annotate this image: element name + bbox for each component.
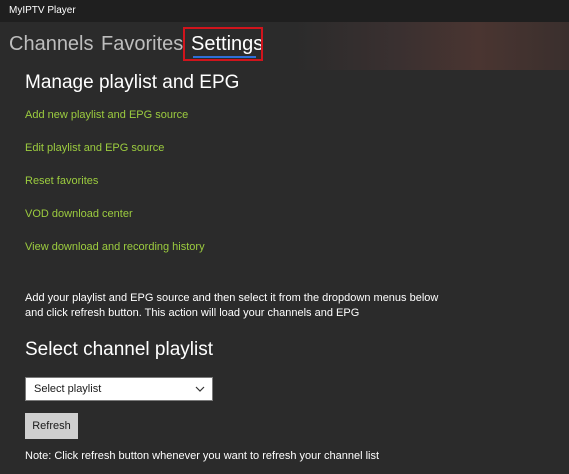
chevron-down-icon — [195, 386, 205, 392]
edit-playlist-link[interactable]: Edit playlist and EPG source — [25, 141, 164, 155]
tab-settings[interactable]: Settings — [191, 32, 263, 56]
select-playlist-title: Select channel playlist — [25, 339, 213, 360]
download-history-link[interactable]: View download and recording history — [25, 240, 205, 254]
tab-favorites[interactable]: Favorites — [101, 32, 183, 56]
instructions-text: Add your playlist and EPG source and the… — [25, 292, 439, 319]
title-bar: MyIPTV Player — [0, 0, 569, 22]
refresh-note: Note: Click refresh button whenever you … — [25, 450, 380, 462]
playlist-dropdown[interactable]: Select playlist — [25, 377, 213, 401]
vod-download-center-link[interactable]: VOD download center — [25, 207, 133, 221]
manage-section-title: Manage playlist and EPG — [25, 72, 240, 93]
refresh-button[interactable]: Refresh — [25, 413, 78, 439]
dropdown-selected-value: Select playlist — [34, 383, 102, 395]
add-playlist-link[interactable]: Add new playlist and EPG source — [25, 108, 188, 122]
app-window: MyIPTV Player Channels Favorites Setting… — [0, 0, 569, 474]
window-title: MyIPTV Player — [9, 5, 76, 16]
tab-selected-indicator — [193, 56, 256, 58]
tab-channels[interactable]: Channels — [9, 32, 94, 56]
reset-favorites-link[interactable]: Reset favorites — [25, 174, 98, 188]
